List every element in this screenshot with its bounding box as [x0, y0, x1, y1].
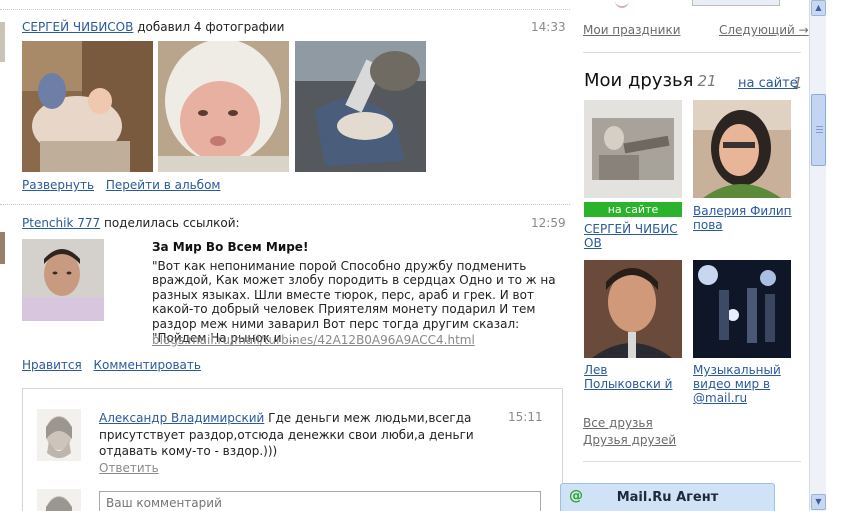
friend-photo[interactable]: [584, 260, 682, 358]
grip-line: [816, 132, 823, 133]
all-friends-link[interactable]: Все друзья: [583, 416, 653, 430]
post-author-link[interactable]: Ptenchik 777: [22, 216, 100, 230]
sidebar-divider: [583, 461, 801, 462]
photo-thumbnail[interactable]: [158, 41, 289, 172]
comment-link[interactable]: Комментировать: [94, 358, 201, 372]
window-margin: [826, 0, 849, 511]
shared-link-thumbnail[interactable]: [22, 239, 104, 321]
friend-photo[interactable]: [584, 100, 682, 198]
friend-name-link[interactable]: СЕРГЕЙ ЧИБИС ОВ: [584, 222, 682, 250]
post-action-text: поделилась ссылкой:: [103, 216, 240, 230]
online-badge: на сайте: [584, 202, 682, 217]
post-time: 12:59: [531, 216, 566, 230]
friend-photo[interactable]: [693, 100, 791, 198]
photo-thumbnail[interactable]: [22, 41, 153, 172]
photo-thumbnail[interactable]: [295, 41, 426, 172]
friends-count: 21: [697, 72, 717, 90]
avatar-edge: [0, 232, 5, 264]
grip-line: [816, 126, 823, 127]
agent-title: Mail.Ru Агент: [616, 490, 719, 505]
shared-link-title: За Мир Во Всем Мире!: [152, 240, 309, 254]
scroll-thumb[interactable]: [811, 94, 826, 166]
post-actions: Развернуть Перейти в альбом: [22, 178, 228, 192]
friend-name-link[interactable]: Музыкальный видео мир в @mail.ru: [693, 363, 793, 405]
friend-photo[interactable]: [693, 260, 791, 358]
grip-line: [816, 129, 823, 130]
arrow-down-icon: ▼: [815, 497, 822, 506]
online-count: 1: [793, 74, 803, 92]
expand-link[interactable]: Развернуть: [22, 178, 94, 192]
post-share-header: Ptenchik 777 поделилась ссылкой:: [22, 216, 240, 230]
friends-heading: Мои друзья 21: [584, 70, 717, 91]
my-avatar: [37, 489, 81, 511]
like-link[interactable]: Нравится: [22, 358, 82, 372]
shared-link-url[interactable]: blogs.mail.ru/mail/turbines/42A12B0A96A9…: [152, 333, 475, 347]
scroll-up-button[interactable]: ▲: [811, 0, 826, 16]
post-author-link[interactable]: СЕРГЕЙ ЧИБИСОВ: [22, 20, 133, 34]
feed-divider: [0, 204, 570, 205]
go-to-album-link[interactable]: Перейти в альбом: [106, 178, 221, 192]
scroll-down-button[interactable]: ▼: [811, 494, 826, 510]
friends-of-friends-link[interactable]: Друзья друзей: [583, 433, 676, 447]
mailru-agent-bar[interactable]: @ Mail.Ru Агент: [560, 483, 775, 511]
friends-title: Мои друзья: [584, 70, 694, 91]
arrow-up-icon: ▲: [815, 3, 822, 12]
vertical-scrollbar[interactable]: ▲ ▼: [809, 0, 826, 511]
post-time: 14:33: [531, 20, 566, 34]
right-sidebar: Мои праздники Следующий → Мои друзья 21 н…: [575, 0, 809, 511]
post-action-text: добавил 4 фотографии: [137, 20, 285, 34]
my-holidays-link[interactable]: Мои праздники: [583, 23, 681, 37]
friend-name-link[interactable]: Лев Полыковски й: [584, 363, 682, 391]
news-feed: СЕРГЕЙ ЧИБИСОВ добавил 4 фотографии 14:3…: [0, 0, 575, 511]
next-link[interactable]: Следующий →: [719, 23, 809, 37]
comments-box: Александр Владимирский Где деньги меж лю…: [22, 388, 563, 511]
comment-body: Александр Владимирский Где деньги меж лю…: [99, 410, 474, 460]
comment-author-link[interactable]: Александр Владимирский: [99, 411, 264, 425]
reply-link[interactable]: Ответить: [99, 461, 159, 475]
feed-divider-top: [0, 9, 570, 10]
comment-input[interactable]: [99, 491, 541, 511]
decor-arc: [615, 0, 629, 8]
top-button-edge: [692, 0, 780, 6]
post-actions: Нравится Комментировать: [22, 358, 209, 372]
avatar-edge: [0, 22, 5, 62]
comment-time: 15:11: [508, 410, 543, 424]
online-friends-link[interactable]: на сайте: [738, 76, 798, 91]
friend-name-link[interactable]: Валерия Филип пова: [693, 204, 793, 232]
commenter-avatar[interactable]: [37, 409, 81, 461]
post-photos-header: СЕРГЕЙ ЧИБИСОВ добавил 4 фотографии: [22, 20, 284, 34]
sidebar-divider: [583, 52, 801, 53]
